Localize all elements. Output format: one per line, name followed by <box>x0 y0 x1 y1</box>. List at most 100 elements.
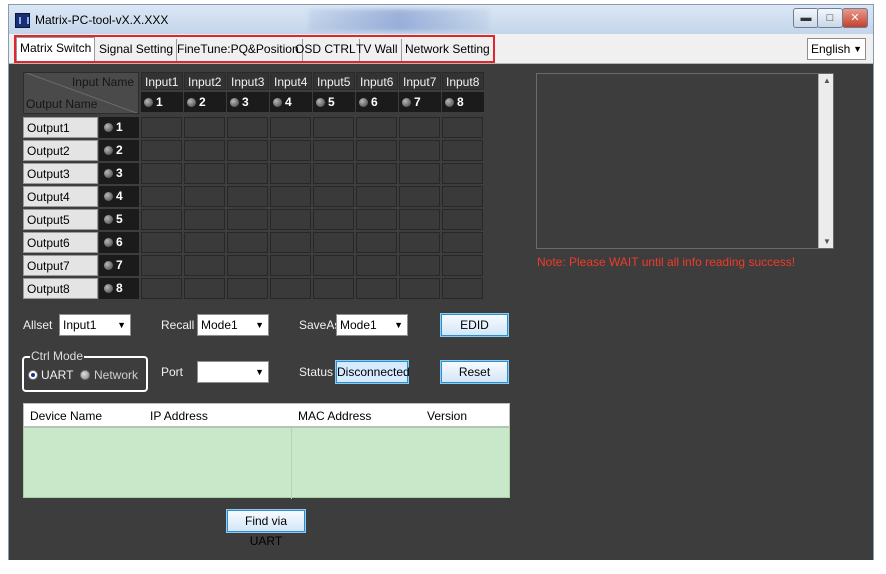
matrix-cell[interactable] <box>356 117 397 138</box>
matrix-cell[interactable] <box>442 140 483 161</box>
language-select[interactable]: English ▼ <box>807 38 866 60</box>
output-index[interactable]: 7 <box>99 255 139 276</box>
matrix-cell[interactable] <box>227 209 268 230</box>
recall-select[interactable]: Mode1 ▼ <box>197 314 269 336</box>
matrix-cell[interactable] <box>399 117 440 138</box>
tab-finetune[interactable]: FineTune:PQ&Position <box>174 39 303 61</box>
input-index[interactable]: 6 <box>356 92 398 112</box>
matrix-cell[interactable] <box>313 278 354 299</box>
matrix-cell[interactable] <box>141 278 182 299</box>
input-header-1[interactable]: Input1 1 <box>141 72 183 114</box>
matrix-cell[interactable] <box>227 255 268 276</box>
output-row-3[interactable]: Output3 3 <box>23 163 139 184</box>
output-row-4[interactable]: Output4 4 <box>23 186 139 207</box>
matrix-cell[interactable] <box>270 186 311 207</box>
matrix-cell[interactable] <box>141 117 182 138</box>
tab-matrix-switch[interactable]: Matrix Switch <box>16 37 96 61</box>
matrix-cell[interactable] <box>270 278 311 299</box>
scroll-up-icon[interactable]: ▲ <box>823 76 831 85</box>
matrix-cell[interactable] <box>442 278 483 299</box>
matrix-cell[interactable] <box>442 163 483 184</box>
tab-network-setting[interactable]: Network Setting <box>402 39 493 61</box>
input-index[interactable]: 5 <box>313 92 355 112</box>
matrix-cell[interactable] <box>184 255 225 276</box>
matrix-cell[interactable] <box>313 163 354 184</box>
input-header-6[interactable]: Input6 6 <box>356 72 398 114</box>
matrix-cell[interactable] <box>442 117 483 138</box>
output-index[interactable]: 6 <box>99 232 139 253</box>
input-index[interactable]: 4 <box>270 92 312 112</box>
allset-select[interactable]: Input1 ▼ <box>59 314 131 336</box>
output-name[interactable]: Output2 <box>23 140 98 161</box>
edid-button[interactable]: EDID <box>441 314 508 336</box>
matrix-cell[interactable] <box>270 163 311 184</box>
output-name[interactable]: Output8 <box>23 278 98 299</box>
matrix-cell[interactable] <box>141 209 182 230</box>
port-select[interactable]: ▼ <box>197 361 269 383</box>
matrix-cell[interactable] <box>184 117 225 138</box>
output-row-5[interactable]: Output5 5 <box>23 209 139 230</box>
reset-button[interactable]: Reset <box>441 361 508 383</box>
matrix-cell[interactable] <box>141 232 182 253</box>
matrix-cell[interactable] <box>227 140 268 161</box>
matrix-cell[interactable] <box>356 140 397 161</box>
matrix-cell[interactable] <box>227 117 268 138</box>
output-row-2[interactable]: Output2 2 <box>23 140 139 161</box>
matrix-cell[interactable] <box>399 140 440 161</box>
info-log-scrollbar[interactable]: ▲ ▼ <box>818 74 833 248</box>
matrix-cell[interactable] <box>356 232 397 253</box>
matrix-cell[interactable] <box>184 163 225 184</box>
output-index[interactable]: 5 <box>99 209 139 230</box>
output-row-6[interactable]: Output6 6 <box>23 232 139 253</box>
matrix-cell[interactable] <box>313 232 354 253</box>
matrix-cell[interactable] <box>442 255 483 276</box>
matrix-cell[interactable] <box>270 117 311 138</box>
input-header-8[interactable]: Input8 8 <box>442 72 484 114</box>
input-name[interactable]: Input7 <box>399 72 441 90</box>
matrix-cell[interactable] <box>356 186 397 207</box>
input-name[interactable]: Input8 <box>442 72 484 90</box>
output-index[interactable]: 1 <box>99 117 139 138</box>
matrix-cell[interactable] <box>227 232 268 253</box>
matrix-cell[interactable] <box>227 163 268 184</box>
matrix-cell[interactable] <box>184 278 225 299</box>
tab-osd-ctrl[interactable]: OSD CTRL <box>292 39 360 61</box>
matrix-cell[interactable] <box>141 255 182 276</box>
minimize-button[interactable]: ▬ <box>793 8 819 28</box>
input-index[interactable]: 7 <box>399 92 441 112</box>
uart-radio[interactable] <box>28 370 38 380</box>
matrix-cell[interactable] <box>270 255 311 276</box>
matrix-cell[interactable] <box>313 186 354 207</box>
matrix-cell[interactable] <box>227 278 268 299</box>
matrix-cell[interactable] <box>399 163 440 184</box>
network-radio[interactable] <box>80 370 90 380</box>
matrix-cell[interactable] <box>399 209 440 230</box>
output-row-1[interactable]: Output1 1 <box>23 117 139 138</box>
matrix-cell[interactable] <box>270 232 311 253</box>
input-name[interactable]: Input4 <box>270 72 312 90</box>
input-header-2[interactable]: Input2 2 <box>184 72 226 114</box>
output-index[interactable]: 8 <box>99 278 139 299</box>
matrix-cell[interactable] <box>313 255 354 276</box>
matrix-cell[interactable] <box>141 186 182 207</box>
matrix-cell[interactable] <box>399 278 440 299</box>
output-name[interactable]: Output7 <box>23 255 98 276</box>
input-name[interactable]: Input5 <box>313 72 355 90</box>
matrix-cell[interactable] <box>399 255 440 276</box>
input-index[interactable]: 8 <box>442 92 484 112</box>
input-name[interactable]: Input6 <box>356 72 398 90</box>
maximize-button[interactable]: □ <box>817 8 843 28</box>
output-row-8[interactable]: Output8 8 <box>23 278 139 299</box>
tab-tv-wall[interactable]: TV Wall <box>353 39 402 61</box>
device-table-body[interactable] <box>23 427 510 499</box>
matrix-cell[interactable] <box>356 163 397 184</box>
matrix-cell[interactable] <box>227 186 268 207</box>
matrix-cell[interactable] <box>270 140 311 161</box>
matrix-cell[interactable] <box>141 140 182 161</box>
input-index[interactable]: 1 <box>141 92 183 112</box>
scroll-down-icon[interactable]: ▼ <box>823 237 831 246</box>
matrix-cell[interactable] <box>356 255 397 276</box>
info-log-panel[interactable] <box>536 73 834 249</box>
matrix-cell[interactable] <box>356 209 397 230</box>
matrix-cell[interactable] <box>141 163 182 184</box>
